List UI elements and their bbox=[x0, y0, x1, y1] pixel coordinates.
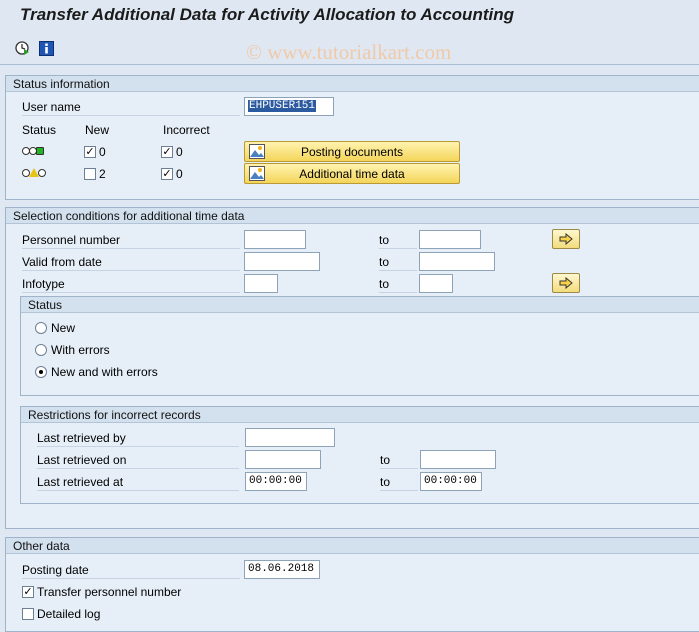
new-count-1: 0 bbox=[99, 145, 106, 159]
multiple-selection-button[interactable] bbox=[552, 229, 580, 249]
group-title: Status bbox=[21, 297, 699, 313]
title-bar: Transfer Additional Data for Activity Al… bbox=[0, 0, 699, 34]
radio-new-and-with-errors-label: New and with errors bbox=[51, 365, 158, 379]
transfer-personnel-number-label: Transfer personnel number bbox=[37, 585, 182, 599]
last-retrieved-by-label: Last retrieved by bbox=[37, 429, 239, 447]
panel-title: Status information bbox=[6, 76, 699, 92]
transfer-personnel-number-checkbox[interactable]: ✓ bbox=[22, 586, 34, 598]
incorrect-column-header: Incorrect bbox=[163, 123, 210, 137]
new-checkbox-2[interactable] bbox=[84, 168, 96, 180]
to-label: to bbox=[379, 253, 417, 271]
new-checkbox-1[interactable]: ✓ bbox=[84, 146, 96, 158]
application-toolbar: © www.tutorialkart.com bbox=[0, 34, 699, 64]
panel-title: Selection conditions for additional time… bbox=[6, 208, 699, 224]
last-retrieved-at-label: Last retrieved at bbox=[37, 473, 239, 491]
user-name-label: User name bbox=[22, 98, 240, 116]
status-column-header: Status bbox=[22, 123, 57, 137]
arrow-right-icon bbox=[559, 277, 573, 289]
valid-from-date-from[interactable] bbox=[244, 252, 320, 271]
radio-new-and-with-errors[interactable] bbox=[35, 366, 47, 378]
detailed-log-checkbox[interactable] bbox=[22, 608, 34, 620]
to-label: to bbox=[380, 473, 418, 491]
info-icon[interactable] bbox=[38, 40, 54, 56]
infotype-from[interactable] bbox=[244, 274, 278, 293]
new-count-2: 2 bbox=[99, 167, 106, 181]
to-label: to bbox=[380, 451, 418, 469]
page-title: Transfer Additional Data for Activity Al… bbox=[20, 5, 514, 24]
radio-new-label: New bbox=[51, 321, 76, 335]
detailed-log-label: Detailed log bbox=[37, 607, 101, 621]
traffic-light-green-icon bbox=[22, 147, 52, 157]
last-retrieved-on-label: Last retrieved on bbox=[37, 451, 239, 469]
valid-from-date-label: Valid from date bbox=[22, 253, 240, 271]
incorrect-checkbox-2[interactable]: ✓ bbox=[161, 168, 173, 180]
to-label: to bbox=[379, 275, 417, 293]
radio-with-errors-label: With errors bbox=[51, 343, 110, 357]
last-retrieved-by-field[interactable] bbox=[245, 428, 335, 447]
status-information-panel: Status information User name EHPUSER151 … bbox=[5, 75, 699, 200]
user-name-field[interactable]: EHPUSER151 bbox=[244, 97, 334, 116]
traffic-light-yellow-icon bbox=[22, 168, 52, 179]
valid-from-date-to[interactable] bbox=[419, 252, 495, 271]
infotype-to[interactable] bbox=[419, 274, 453, 293]
personnel-number-from[interactable] bbox=[244, 230, 306, 249]
personnel-number-label: Personnel number bbox=[22, 231, 240, 249]
to-label: to bbox=[379, 231, 417, 249]
posting-date-label: Posting date bbox=[22, 561, 240, 579]
landscape-icon bbox=[249, 144, 265, 159]
group-title: Restrictions for incorrect records bbox=[21, 407, 699, 423]
watermark: © www.tutorialkart.com bbox=[246, 40, 452, 64]
restrictions-group: Restrictions for incorrect records Last … bbox=[20, 406, 699, 504]
posting-documents-button[interactable]: Posting documents bbox=[244, 141, 460, 162]
other-data-panel: Other data Posting date 08.06.2018 ✓ Tra… bbox=[5, 537, 699, 632]
additional-time-data-button[interactable]: Additional time data bbox=[244, 163, 460, 184]
last-retrieved-at-to[interactable]: 00:00:00 bbox=[420, 472, 482, 491]
infotype-label: Infotype bbox=[22, 275, 240, 293]
panel-title: Other data bbox=[6, 538, 699, 554]
incorrect-count-1: 0 bbox=[176, 145, 183, 159]
arrow-right-icon bbox=[559, 233, 573, 245]
selection-conditions-panel: Selection conditions for additional time… bbox=[5, 207, 699, 529]
multiple-selection-button[interactable] bbox=[552, 273, 580, 293]
divider bbox=[0, 64, 699, 65]
new-column-header: New bbox=[85, 123, 110, 137]
additional-time-data-label: Additional time data bbox=[299, 166, 405, 181]
last-retrieved-at-from[interactable]: 00:00:00 bbox=[245, 472, 307, 491]
posting-documents-label: Posting documents bbox=[300, 144, 404, 159]
last-retrieved-on-to[interactable] bbox=[420, 450, 496, 469]
radio-with-errors[interactable] bbox=[35, 344, 47, 356]
personnel-number-to[interactable] bbox=[419, 230, 481, 249]
radio-new[interactable] bbox=[35, 322, 47, 334]
incorrect-checkbox-1[interactable]: ✓ bbox=[161, 146, 173, 158]
status-group: Status New With errors New and with erro… bbox=[20, 296, 699, 396]
landscape-icon bbox=[249, 166, 265, 181]
posting-date-field[interactable]: 08.06.2018 bbox=[244, 560, 320, 579]
clock-execute-icon[interactable] bbox=[14, 40, 30, 56]
incorrect-count-2: 0 bbox=[176, 167, 183, 181]
last-retrieved-on-from[interactable] bbox=[245, 450, 321, 469]
